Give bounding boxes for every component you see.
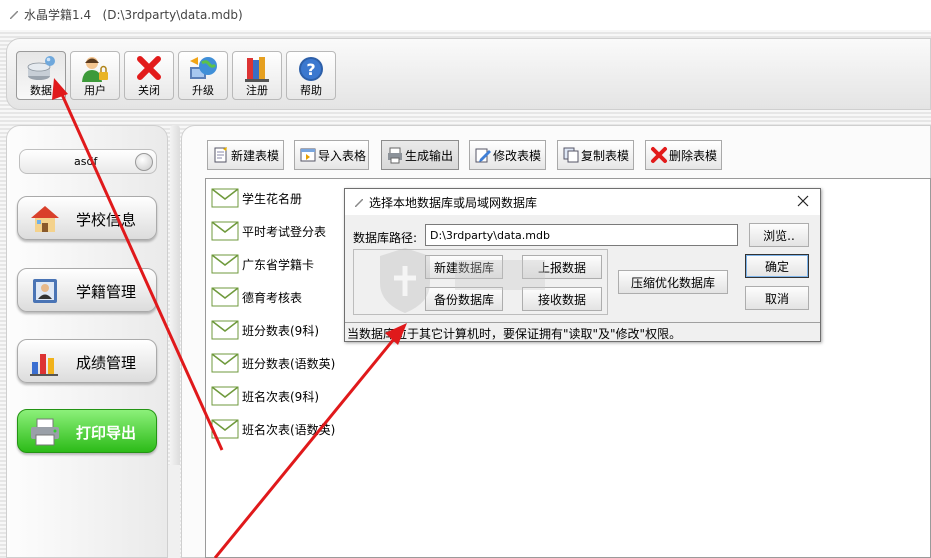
template-name: 班名次表(9科) <box>242 390 319 404</box>
user-selector[interactable]: asdf <box>19 149 157 174</box>
nav-school-info[interactable]: 学校信息 <box>17 196 157 240</box>
action-label: 复制表模 <box>581 148 630 163</box>
toolbar-button-help[interactable]: ? 帮助 <box>286 51 336 100</box>
delete-template-icon <box>651 147 667 163</box>
ok-button[interactable]: 确定 <box>745 254 809 278</box>
action-label: 导入表格 <box>318 148 367 163</box>
sidebar-gap <box>168 465 180 558</box>
dialog-title: 选择本地数据库或局域网数据库 <box>369 196 538 210</box>
window-title-bar: 水晶学籍1.4 (D:\3rdparty\data.mdb) <box>0 0 931 30</box>
edit-template-button[interactable]: 修改表模 <box>469 140 546 170</box>
app-icon <box>10 11 18 19</box>
template-envelope-icon <box>211 287 239 307</box>
window-title: 水晶学籍1.4 (D:\3rdparty\data.mdb) <box>24 8 243 22</box>
action-label: 删除表模 <box>669 148 718 163</box>
watermark-logo <box>380 248 545 313</box>
template-name: 班名次表(语数英) <box>242 423 336 437</box>
compress-database-button[interactable]: 压缩优化数据库 <box>618 270 728 294</box>
copy-template-button[interactable]: 复制表模 <box>557 140 634 170</box>
list-item[interactable]: 班分数表(语数英) <box>206 348 931 378</box>
nav-print-export[interactable]: 打印导出 <box>17 409 157 453</box>
nav-student-records[interactable]: 学籍管理 <box>17 268 157 312</box>
bar-chart-icon <box>30 354 58 376</box>
toolbar-button-label: 用户 <box>84 84 106 97</box>
import-table-button[interactable]: 导入表格 <box>294 140 369 170</box>
template-envelope-icon <box>211 386 239 406</box>
user-switch-icon[interactable] <box>135 153 153 171</box>
new-template-icon <box>214 147 227 163</box>
toolbar-button-upgrade[interactable]: 升级 <box>178 51 228 100</box>
toolbar-button-close[interactable]: 关闭 <box>124 51 174 100</box>
list-item[interactable]: 班名次表(9科) <box>206 381 931 411</box>
generate-output-button[interactable]: 生成输出 <box>381 140 459 170</box>
template-name: 德育考核表 <box>242 291 303 305</box>
toolbar-button-label: 关闭 <box>138 84 160 97</box>
dialog-icon <box>355 199 363 207</box>
toolbar-button-label: 帮助 <box>300 84 322 97</box>
template-envelope-icon <box>211 221 239 241</box>
toolbar-button-label: 数据 <box>30 84 52 97</box>
globe-upgrade-icon <box>190 57 217 79</box>
nav-label: 成绩管理 <box>76 354 137 372</box>
books-register-icon <box>245 57 269 82</box>
school-house-icon <box>31 206 59 232</box>
cancel-button[interactable]: 取消 <box>745 286 809 310</box>
template-name: 广东省学籍卡 <box>242 258 315 272</box>
template-name: 平时考试登分表 <box>242 225 327 239</box>
nav-label: 打印导出 <box>76 424 137 442</box>
new-template-button[interactable]: 新建表模 <box>207 140 284 170</box>
copy-template-icon <box>563 147 579 163</box>
help-icon: ? <box>299 57 323 81</box>
action-label: 修改表模 <box>493 148 542 163</box>
import-table-icon <box>300 148 316 162</box>
template-name: 学生花名册 <box>242 192 303 206</box>
dialog-close-icon[interactable] <box>794 192 812 210</box>
template-envelope-icon <box>211 320 239 340</box>
nav-label: 学籍管理 <box>76 283 137 301</box>
template-envelope-icon <box>211 188 239 208</box>
nav-grade-management[interactable]: 成绩管理 <box>17 339 157 383</box>
nav-label: 学校信息 <box>76 211 137 229</box>
close-x-icon <box>137 56 161 80</box>
delete-template-button[interactable]: 删除表模 <box>645 140 722 170</box>
template-name: 班分数表(语数英) <box>242 357 336 371</box>
svg-text:?: ? <box>306 60 315 79</box>
toolbar-button-label: 注册 <box>246 84 268 97</box>
template-envelope-icon <box>211 254 239 274</box>
template-envelope-icon <box>211 353 239 373</box>
generate-output-icon <box>388 147 402 164</box>
action-label: 生成输出 <box>405 148 454 163</box>
toolbar-button-data[interactable]: 数据 <box>16 51 66 100</box>
toolbar-button-register[interactable]: 注册 <box>232 51 282 100</box>
student-card-icon <box>33 279 57 303</box>
edit-template-icon <box>475 148 491 163</box>
dialog-status-bar: 当数据库位于其它计算机时，要保证拥有"读取"及"修改"权限。 <box>345 322 820 341</box>
template-name: 班分数表(9科) <box>242 324 319 338</box>
template-envelope-icon <box>211 419 239 439</box>
action-label: 新建表模 <box>231 148 280 163</box>
toolbar-button-label: 升级 <box>192 84 214 97</box>
user-lock-icon <box>82 57 108 82</box>
toolbar-button-user[interactable]: 用户 <box>70 51 120 100</box>
browse-button[interactable]: 浏览.. <box>749 223 809 247</box>
printer-icon <box>31 418 59 446</box>
list-item[interactable]: 班名次表(语数英) <box>206 414 931 444</box>
database-icon <box>27 56 55 80</box>
current-user: asdf <box>74 155 98 168</box>
dialog-title-bar: 选择本地数据库或局域网数据库 <box>345 189 820 215</box>
